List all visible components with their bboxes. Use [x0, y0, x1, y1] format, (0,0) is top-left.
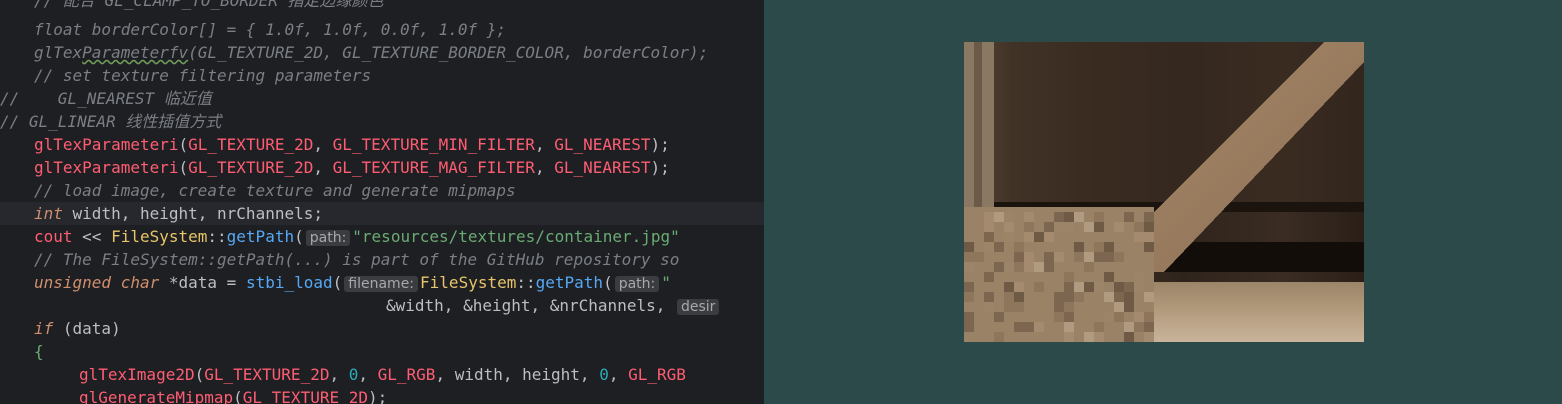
code-line[interactable]: // GL_NEAREST 临近值 [0, 87, 212, 110]
code-token: ( [178, 135, 189, 154]
code-token: GL_TEXTURE_2D [242, 388, 368, 404]
code-token: glGenerateMipmap [79, 388, 234, 404]
code-token: , [329, 365, 349, 384]
code-token: // The FileSystem::getPath(...) is part … [34, 250, 680, 269]
code-token: , [534, 158, 555, 177]
code-token: getPath [535, 273, 604, 292]
code-token: GL_NEAREST [554, 135, 651, 154]
code-token: GL_TEXTURE_MAG_FILTER [332, 158, 535, 177]
code-token: // GL_NEAREST 临近值 [0, 89, 212, 108]
code-token: &width, &height, &nrChannels, [386, 296, 675, 315]
code-token: ); [650, 158, 670, 177]
code-token: int [34, 204, 63, 223]
code-token: GL_NEAREST [554, 158, 651, 177]
code-line[interactable]: // load image, create texture and genera… [0, 179, 516, 202]
code-token: if [34, 319, 54, 338]
code-token: , [608, 365, 629, 384]
texture-floor [1144, 282, 1364, 342]
code-line[interactable]: // GL_LINEAR 线性插值方式 [0, 110, 221, 133]
code-line[interactable]: glTexParameteri(GL_TEXTURE_2D, GL_TEXTUR… [0, 156, 670, 179]
code-token: unsigned [34, 273, 112, 292]
code-token: " [661, 273, 671, 292]
code-token: GL_RGB [628, 365, 686, 384]
code-line[interactable]: glTexParameterfv(GL_TEXTURE_2D, GL_TEXTU… [0, 41, 708, 64]
code-token: :: [207, 227, 227, 246]
code-token: 0 [348, 365, 359, 384]
code-line[interactable]: int width, height, nrChannels; [0, 202, 764, 225]
render-window [764, 0, 1562, 404]
code-token: glTexParameteri [34, 135, 179, 154]
code-line[interactable]: glTexImage2D(GL_TEXTURE_2D, 0, GL_RGB, w… [0, 363, 686, 386]
code-token: cout [34, 227, 73, 246]
container-texture-quad [964, 42, 1364, 342]
code-token: 0 [599, 365, 609, 384]
code-token: , [313, 158, 333, 177]
code-line[interactable]: // The FileSystem::getPath(...) is part … [0, 248, 679, 271]
code-token: getPath [226, 227, 295, 246]
code-token: char [120, 273, 160, 292]
code-line[interactable]: // 配合 GL_CLAMP_TO_BORDER 指定边缘颜色 [0, 0, 384, 12]
code-line[interactable]: float borderColor[] = { 1.0f, 1.0f, 0.0f… [0, 18, 506, 41]
code-line[interactable]: // set texture filtering parameters [0, 64, 371, 87]
code-token: FileSystem [111, 227, 208, 246]
code-line[interactable]: &width, &height, &nrChannels, desir [0, 294, 721, 317]
code-token: { [34, 342, 44, 361]
code-token: // 配合 GL_CLAMP_TO_BORDER 指定边缘颜色 [34, 0, 384, 10]
code-token: ); [368, 388, 388, 404]
code-token: ( [194, 365, 205, 384]
code-line[interactable]: { [0, 340, 44, 363]
code-token: (data) [53, 319, 121, 338]
code-token: GL_TEXTURE_2D [188, 135, 314, 154]
parameter-hint: filename: [344, 276, 419, 292]
code-token: << [72, 227, 112, 246]
code-token: width, height, nrChannels; [62, 204, 323, 223]
code-token: ( [603, 273, 613, 292]
code-line[interactable]: cout << FileSystem::getPath(path: "resour… [0, 225, 680, 248]
code-token: "resources/textures/container.jpg" [352, 227, 680, 246]
code-token: :: [516, 273, 536, 292]
parameter-hint: path: [305, 230, 351, 246]
parameter-hint: path: [614, 276, 660, 292]
code-token: ( [294, 227, 304, 246]
code-line[interactable]: unsigned char *data = stbi_load(filename… [0, 271, 671, 294]
code-editor-pane[interactable]: // 配合 GL_CLAMP_TO_BORDER 指定边缘颜色 float bor… [0, 0, 764, 404]
code-token: GL_TEXTURE_2D [204, 365, 330, 384]
code-token: ( [332, 273, 343, 292]
code-token: glTex [34, 43, 83, 62]
code-token: glTexParameteri [34, 158, 179, 177]
code-line[interactable]: if (data) [0, 317, 121, 340]
code-token: ( [178, 158, 189, 177]
code-token: // GL_LINEAR 线性插值方式 [0, 112, 222, 131]
code-line[interactable]: glTexParameteri(GL_TEXTURE_2D, GL_TEXTUR… [0, 133, 670, 156]
code-token: glTexImage2D [79, 365, 195, 384]
code-token: Parameterfv [82, 43, 189, 62]
code-token: , [313, 135, 333, 154]
parameter-hint: desir [676, 299, 720, 315]
code-token: ( [233, 388, 243, 404]
code-token: , [534, 135, 555, 154]
code-token: // load image, create texture and genera… [34, 181, 516, 200]
code-token: , width, height, [435, 365, 600, 384]
code-token: ); [650, 135, 670, 154]
code-token: GL_TEXTURE_MIN_FILTER [332, 135, 535, 154]
code-token: // set texture filtering parameters [34, 66, 372, 85]
code-token: *data = [159, 273, 246, 292]
code-token: GL_RGB [377, 365, 436, 384]
code-token: GL_TEXTURE_2D [188, 158, 314, 177]
code-token: , [358, 365, 378, 384]
code-token: stbi_load [245, 273, 333, 292]
code-line[interactable]: glGenerateMipmap(GL_TEXTURE_2D); [0, 386, 387, 404]
code-token: float borderColor[] = { 1.0f, 1.0f, 0.0f… [34, 20, 507, 39]
code-token: (GL_TEXTURE_2D, GL_TEXTURE_BORDER_COLOR,… [188, 43, 709, 62]
code-token: FileSystem [420, 273, 517, 292]
